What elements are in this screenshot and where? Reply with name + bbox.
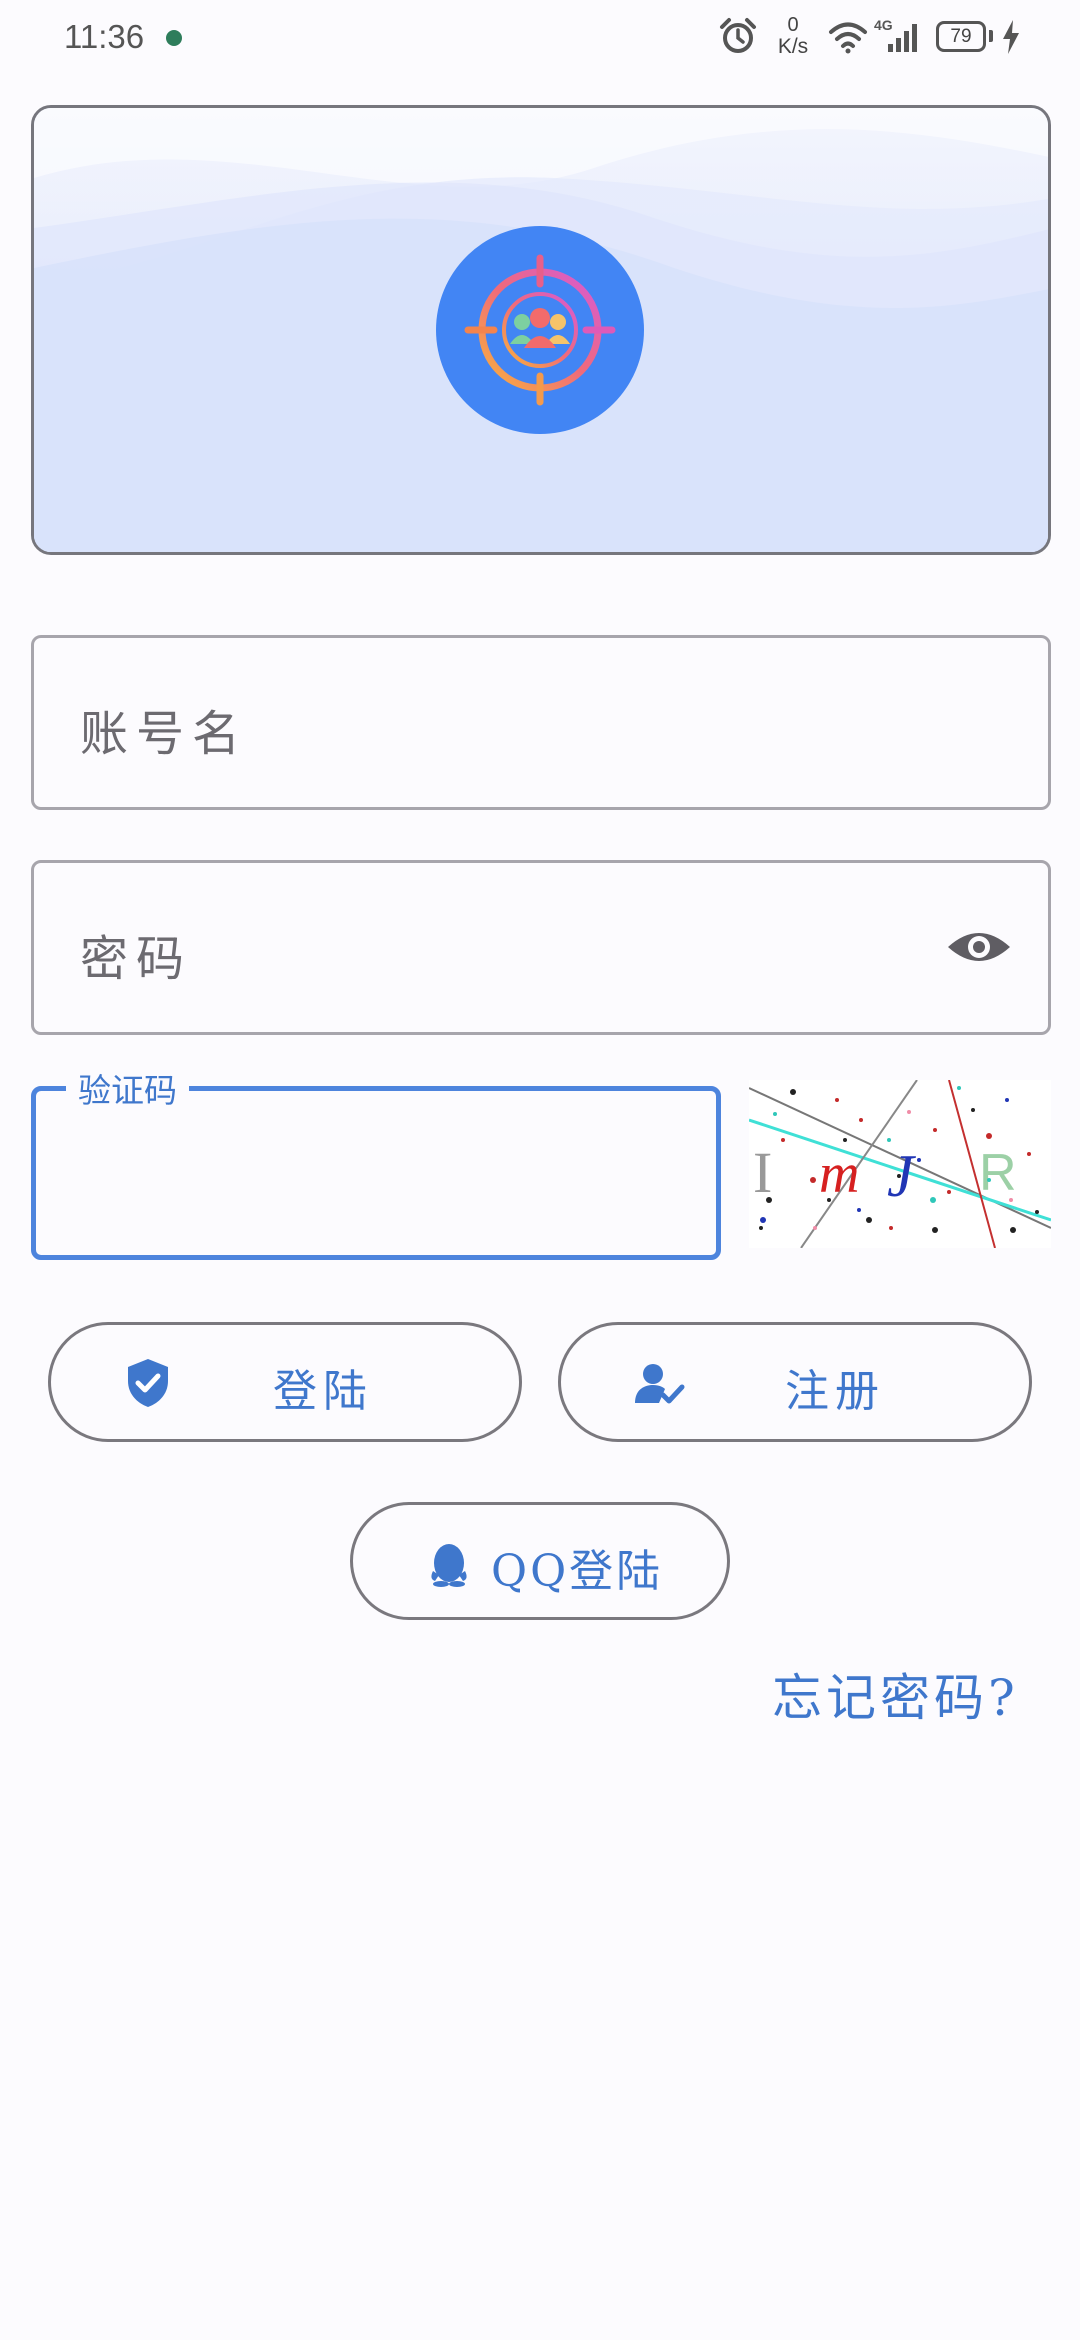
qq-login-button[interactable]: QQ登陆: [350, 1502, 730, 1620]
username-placeholder: 账号名: [80, 706, 249, 762]
alarm-icon: [720, 18, 756, 53]
password-field[interactable]: 密码: [31, 860, 1051, 1035]
login-button[interactable]: 登陆: [48, 1322, 522, 1442]
register-button[interactable]: 注册: [558, 1322, 1032, 1442]
network-type-label: 4G: [874, 17, 893, 33]
notification-dot-icon: [166, 30, 182, 46]
shield-check-icon: [128, 1359, 168, 1407]
register-label: 注册: [785, 1366, 885, 1417]
qq-penguin-icon: [431, 1544, 467, 1587]
svg-text:R: R: [979, 1144, 1017, 1202]
wifi-icon: [829, 22, 867, 54]
login-label: 登陆: [273, 1366, 373, 1417]
header-banner: [31, 105, 1051, 555]
network-speed-value: 0: [787, 14, 799, 36]
captcha-image[interactable]: I m J R: [749, 1080, 1051, 1248]
password-placeholder: 密码: [80, 931, 193, 987]
charging-bolt-icon: [1003, 20, 1019, 54]
network-speed-unit: K/s: [777, 35, 809, 58]
battery-icon: 79: [936, 21, 986, 52]
username-field[interactable]: 账号名: [31, 635, 1051, 810]
captcha-input[interactable]: [31, 1086, 721, 1260]
network-speed: 0 K/s: [770, 14, 816, 58]
battery-tip: [989, 30, 993, 42]
cellular-signal-icon: 4G: [874, 17, 917, 52]
forgot-password-link[interactable]: 忘记密码?: [772, 1658, 1019, 1730]
user-check-icon: [635, 1364, 685, 1404]
battery-level: 79: [950, 26, 972, 47]
qq-login-label: QQ登陆: [491, 1546, 664, 1597]
svg-text:J: J: [887, 1143, 916, 1209]
status-bar: 11:36 0 K/s 4G 79: [0, 0, 1080, 80]
status-time: 11:36: [64, 18, 145, 55]
svg-text:I: I: [753, 1140, 772, 1205]
svg-text:m: m: [819, 1143, 859, 1205]
eye-icon[interactable]: [946, 925, 1012, 969]
target-group-logo-icon: [436, 226, 644, 434]
captcha-label: 验证码: [66, 1064, 189, 1112]
